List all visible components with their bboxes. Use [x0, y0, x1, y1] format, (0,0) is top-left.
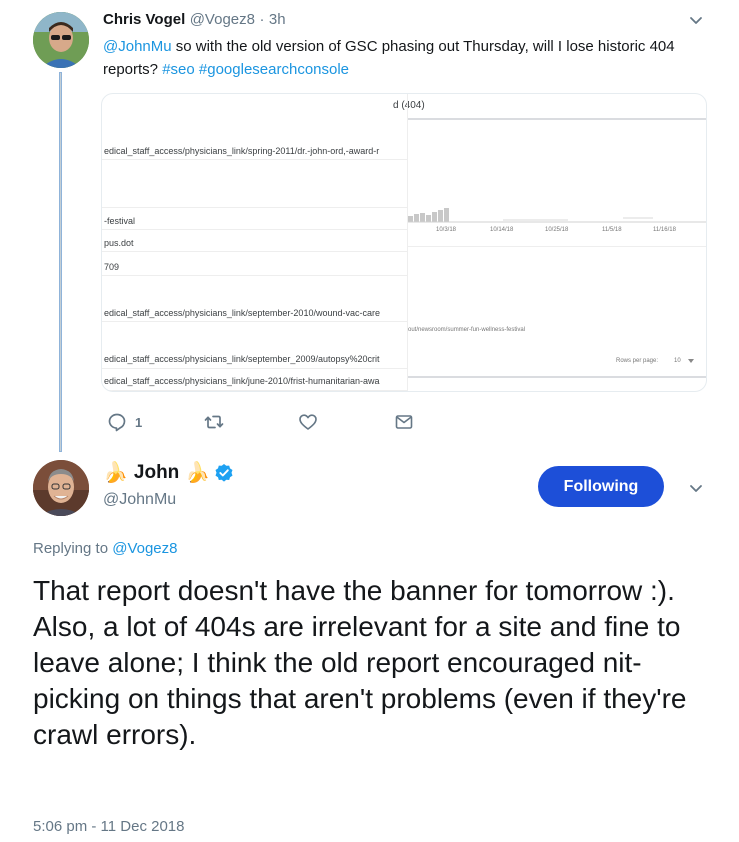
following-button[interactable]: Following [538, 466, 664, 507]
divider [408, 246, 706, 247]
author-name[interactable]: John [134, 462, 179, 484]
row-url: 709 [104, 262, 120, 272]
mini-bar-chart [408, 208, 706, 223]
banana-emoji: 🍌 [103, 462, 128, 484]
replying-prefix: Replying to [33, 540, 113, 557]
table-row: pus.dot [102, 230, 407, 252]
axis-date: 11/5/18 [602, 227, 622, 233]
table-row: edical_staff_access/physicians_link/sept… [102, 300, 407, 322]
row-url: edical_staff_access/physicians_link/june… [104, 376, 380, 386]
parent-tweet-text: @JohnMu so with the old version of GSC p… [103, 35, 713, 81]
message-icon [395, 415, 413, 429]
hashtag-seo[interactable]: #seo [162, 61, 195, 78]
url-row: out/newsroom/summer-fun-wellness-festiva… [408, 327, 526, 333]
replying-to: Replying to @Vogez8 [33, 540, 178, 557]
reply-action[interactable]: 1 [107, 412, 142, 432]
reply-tweet-text: That report doesn't have the banner for … [33, 575, 687, 750]
dropdown-arrow-icon [688, 359, 694, 363]
chevron-down-icon[interactable] [686, 10, 706, 30]
replying-to-link[interactable]: @Vogez8 [112, 540, 177, 557]
table-row: -festival [102, 208, 407, 230]
banana-emoji: 🍌 [185, 462, 211, 484]
reply-author[interactable]: 🍌 John 🍌 [103, 460, 234, 485]
avatar-chris-vogel[interactable] [33, 12, 89, 68]
table-row: edical_staff_access/physicians_link/spri… [102, 138, 407, 160]
thread-line [59, 72, 62, 452]
footer-rule [408, 376, 706, 378]
axis-date: 10/25/18 [545, 227, 569, 233]
header-rule [408, 118, 706, 120]
axis-labels: 10/3/18 10/14/18 10/25/18 11/5/18 11/16/… [408, 224, 706, 244]
retweet-icon [204, 415, 224, 429]
retweet-action[interactable] [204, 412, 224, 432]
rows-per-page-label: Rows per page: [616, 358, 659, 364]
rows-per-page-value[interactable]: 10 [674, 358, 681, 364]
axis-date: 10/3/18 [436, 227, 457, 233]
parent-tweet-header: Chris Vogel @Vogez8 · 3h [103, 11, 286, 29]
tweet-timestamp[interactable]: 5:06 pm - 11 Dec 2018 [33, 818, 184, 835]
row-url: edical_staff_access/physicians_link/sept… [104, 354, 380, 364]
reply-icon [108, 413, 126, 432]
separator: · [259, 11, 265, 28]
row-url: -festival [104, 216, 136, 226]
message-action[interactable] [394, 412, 414, 432]
axis-date: 10/14/18 [490, 227, 514, 233]
author-handle[interactable]: @JohnMu [103, 491, 176, 509]
author-name[interactable]: Chris Vogel [103, 11, 185, 28]
reply-count: 1 [135, 414, 143, 430]
tweet-time[interactable]: 3h [269, 11, 286, 28]
verified-badge-icon [215, 463, 233, 482]
row-url: pus.dot [104, 238, 134, 248]
table-row: 709 [102, 254, 407, 276]
row-url: edical_staff_access/physicians_link/sept… [104, 308, 380, 318]
embedded-screenshot[interactable]: d (404) edical_staff_access/physicians_l… [101, 93, 707, 392]
avatar-john-mu[interactable] [33, 460, 89, 516]
like-action[interactable] [298, 412, 318, 432]
table-row [102, 186, 407, 208]
chevron-down-icon[interactable] [686, 478, 706, 498]
mention-link[interactable]: @JohnMu [103, 38, 172, 55]
screenshot-header: d (404) [393, 100, 425, 111]
row-url: edical_staff_access/physicians_link/spri… [104, 146, 380, 156]
author-handle[interactable]: @Vogez8 [190, 11, 255, 28]
axis-date: 11/16/18 [653, 227, 676, 233]
like-icon [299, 414, 317, 430]
table-row: edical_staff_access/physicians_link/june… [102, 369, 407, 391]
hashtag-googlesearchconsole[interactable]: #googlesearchconsole [199, 61, 349, 78]
table-row: edical_staff_access/physicians_link/sept… [102, 347, 407, 369]
